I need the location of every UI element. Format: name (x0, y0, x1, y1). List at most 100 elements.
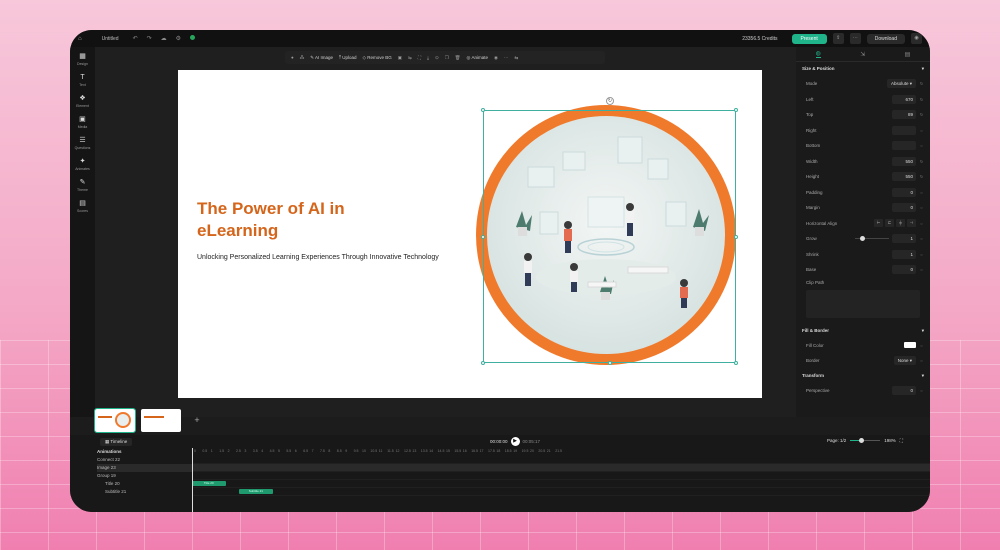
size-position-section[interactable]: Size & Position ▾ (796, 62, 930, 76)
upload-button[interactable]: ⤒ Upload (339, 55, 357, 60)
fullscreen-icon[interactable]: ⛶ (418, 55, 421, 60)
reset-icon[interactable]: ○ (919, 128, 924, 133)
reset-icon[interactable]: ↻ (919, 159, 924, 164)
resize-handle[interactable] (608, 361, 612, 365)
fill-border-section[interactable]: Fill & Border ▾ (796, 324, 930, 338)
perspective-input[interactable]: 0 (892, 385, 916, 395)
more-icon[interactable]: ⋯ (849, 33, 861, 44)
tab-style-icon[interactable]: ◍ (815, 50, 821, 58)
slide-title[interactable]: The Power of AI in eLearning (197, 198, 427, 242)
animation-bar[interactable]: Subtitle 21 (239, 489, 273, 494)
slider-knob[interactable] (860, 236, 865, 242)
layer-item[interactable]: Group 19 (97, 472, 192, 480)
align-left-icon[interactable]: ⊢ (874, 219, 883, 228)
reset-icon[interactable]: ○ (919, 236, 924, 241)
slide-thumbnail[interactable] (94, 407, 136, 433)
undo-icon[interactable]: ↶ (133, 35, 138, 42)
reset-icon[interactable]: ○ (919, 143, 924, 148)
account-icon[interactable]: ◉ (911, 33, 922, 44)
home-icon[interactable]: ⌂ (78, 36, 82, 42)
selection-box[interactable]: ↻ (481, 97, 738, 365)
base-input[interactable]: 0 (892, 265, 916, 275)
slide-subtitle[interactable]: Unlocking Personalized Learning Experien… (197, 253, 442, 263)
padding-input[interactable]: 0 (892, 187, 916, 197)
trash-icon[interactable]: 🗑 (455, 55, 461, 61)
transform-section[interactable]: Transform ▾ (796, 369, 930, 383)
top-input[interactable]: 89 (892, 110, 916, 120)
resize-handle[interactable] (734, 361, 738, 365)
grow-input[interactable]: 1 (892, 234, 916, 244)
eye-icon[interactable]: ◉ (494, 55, 498, 61)
fill-color-swatch[interactable] (904, 342, 916, 349)
playhead[interactable] (192, 448, 193, 512)
shrink-input[interactable]: 1 (892, 249, 916, 259)
resize-handle[interactable] (734, 235, 738, 239)
reset-icon[interactable]: ○ (919, 190, 924, 195)
reset-icon[interactable]: ○ (919, 252, 924, 257)
timeline-toggle-button[interactable]: ▦ Timeline (100, 437, 133, 446)
reset-icon[interactable]: ○ (919, 358, 924, 363)
play-icon[interactable]: ▶ (510, 437, 520, 446)
resize-handle[interactable] (481, 361, 485, 365)
align-right-icon[interactable]: ⊣ (907, 219, 916, 228)
remove-bg-button[interactable]: ◇ Remove BG (363, 55, 392, 61)
pattern-icon[interactable]: ⁂ (300, 55, 305, 61)
color-icon[interactable]: ● (291, 55, 294, 60)
download-button[interactable]: Download (866, 33, 905, 44)
ai-image-button[interactable]: ✎ AI Image (310, 55, 333, 61)
slide-canvas[interactable]: The Power of AI in eLearning Unlocking P… (178, 70, 762, 398)
collapse-icon[interactable]: ▾ (922, 66, 924, 72)
duplicate-icon[interactable]: ❐ (445, 55, 449, 61)
swap-icon[interactable]: ⇆ (514, 55, 518, 61)
redo-icon[interactable]: ↷ (147, 35, 152, 42)
right-input[interactable] (892, 125, 916, 135)
sidebar-item-scores[interactable]: ▤ Scores (77, 200, 88, 213)
width-input[interactable]: 550 (892, 156, 916, 166)
resize-handle[interactable] (481, 235, 485, 239)
resize-handle[interactable] (734, 108, 738, 112)
flip-icon[interactable]: ⇋ (408, 55, 412, 61)
settings-icon[interactable]: ⚙ (176, 35, 181, 42)
animation-bar[interactable]: Title 20 (192, 481, 226, 486)
resize-handle[interactable] (481, 108, 485, 112)
reset-icon[interactable]: ○ (919, 388, 924, 393)
add-slide-icon[interactable]: + (187, 409, 207, 432)
mode-select[interactable]: Absolute ▾ (886, 79, 916, 89)
reset-icon[interactable]: ○ (919, 205, 924, 210)
reset-icon[interactable]: ↻ (919, 97, 924, 102)
fit-icon[interactable]: ⛶ (900, 438, 903, 443)
more-options-icon[interactable]: ⋯ (504, 55, 509, 61)
margin-input[interactable]: 0 (892, 203, 916, 213)
document-title[interactable]: Untitled (102, 36, 119, 42)
reset-icon[interactable]: ↻ (919, 112, 924, 117)
border-select[interactable]: None ▾ (893, 356, 916, 366)
collapse-icon[interactable]: ▾ (922, 373, 924, 379)
layer-item[interactable]: Connect 22 (97, 456, 192, 464)
tab-data-icon[interactable]: ▤ (905, 51, 911, 58)
left-input[interactable]: 670 (892, 94, 916, 104)
download-icon[interactable]: ⤓ (427, 55, 429, 60)
sidebar-item-questions[interactable]: ☰ Questions (75, 137, 91, 150)
rotate-handle-icon[interactable]: ↻ (606, 97, 614, 105)
align-start-icon[interactable]: ⊏ (885, 219, 894, 228)
sidebar-item-media[interactable]: ▣ Media (78, 116, 88, 129)
slide-thumbnail[interactable] (141, 408, 181, 432)
zoom-slider[interactable] (850, 438, 881, 443)
sidebar-item-text[interactable]: T Text (79, 74, 85, 87)
reset-icon[interactable]: ○ (919, 267, 924, 272)
align-center-icon[interactable]: ╪ (896, 219, 905, 228)
reset-icon[interactable]: ○ (919, 221, 924, 226)
reset-icon[interactable]: ↻ (919, 81, 924, 86)
sidebar-item-theme[interactable]: ✎ Theme (77, 179, 88, 192)
grow-slider[interactable] (855, 236, 889, 242)
sidebar-item-design[interactable]: ▦ Design (77, 53, 88, 66)
clip-path-field[interactable] (806, 289, 920, 318)
share-icon[interactable]: ⇪ (832, 33, 844, 44)
layer-item[interactable]: Subtitle 21 (97, 488, 192, 496)
time-ruler[interactable]: 0 0.5 1 1.5 2 2.5 3 3.5 4 4.5 5 5.5 6 6.5 7 7.5 8 8.5 9 9.5… (192, 448, 930, 456)
cloud-icon[interactable]: ☁ (161, 35, 167, 42)
reset-icon[interactable]: ↻ (919, 174, 924, 179)
sidebar-item-element[interactable]: ❖ Element (76, 95, 89, 108)
reset-icon[interactable]: ○ (919, 343, 924, 348)
bottom-input[interactable] (892, 141, 916, 151)
